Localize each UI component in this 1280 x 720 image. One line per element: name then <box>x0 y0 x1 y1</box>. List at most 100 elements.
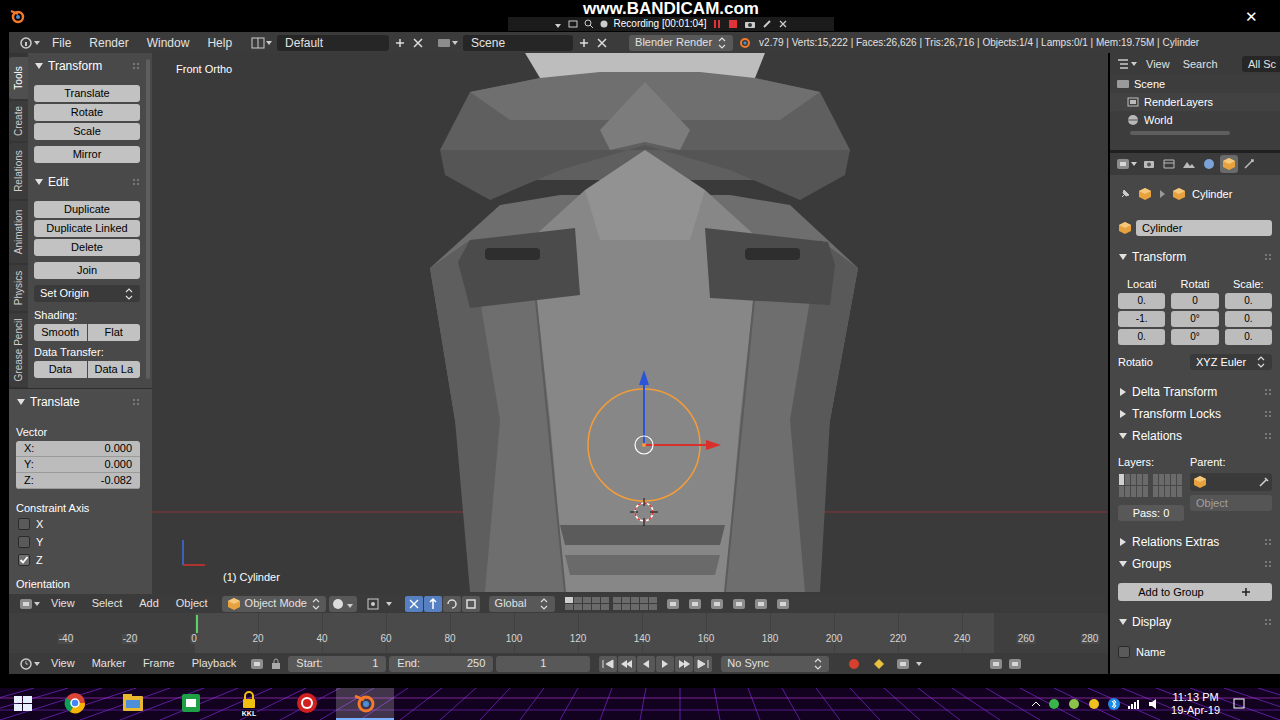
menu-item[interactable]: Window <box>140 37 197 49</box>
edit-button[interactable]: Duplicate <box>34 201 140 218</box>
data-button[interactable]: Data <box>34 361 87 378</box>
3d-viewport[interactable]: Front Ortho(1) Cylinder <box>152 53 1108 594</box>
expand-triangle-icon[interactable] <box>1118 387 1128 397</box>
vector-field[interactable]: Y:0.000 <box>16 457 140 473</box>
expand-triangle-icon[interactable] <box>1118 409 1128 419</box>
current-frame-cursor[interactable] <box>196 615 198 633</box>
transform-value-field[interactable]: -1. <box>1118 311 1165 327</box>
constraint-row[interactable]: Y <box>16 533 140 551</box>
tool-tab[interactable]: Physics <box>9 265 28 311</box>
transform-button[interactable]: Scale <box>34 123 140 140</box>
windows-start-icon[interactable] <box>0 688 46 720</box>
tool-tab[interactable]: Relations <box>9 143 28 199</box>
parent-type-dropdown[interactable]: Object <box>1190 495 1272 511</box>
pen-icon[interactable] <box>762 19 772 29</box>
menu-item[interactable]: Select <box>85 598 130 609</box>
menu-item[interactable]: View <box>1141 59 1175 70</box>
clock[interactable]: 11:13 PM19-Apr-19 <box>1171 691 1220 717</box>
panel-header[interactable]: Translate <box>16 393 140 411</box>
delete-scene-icon[interactable] <box>595 36 609 50</box>
scene-field[interactable]: Scene <box>463 35 573 51</box>
add-scene-icon[interactable] <box>577 36 591 50</box>
set-origin-dropdown[interactable]: Set Origin <box>34 285 140 302</box>
properties-tab[interactable] <box>1160 155 1178 173</box>
outliner-row[interactable]: RenderLayers <box>1110 93 1280 111</box>
end-frame-field[interactable]: End:250 <box>389 656 493 672</box>
manipulator-toggle[interactable] <box>424 596 442 612</box>
playback-button[interactable] <box>599 656 617 672</box>
collapse-triangle-icon[interactable] <box>16 397 26 407</box>
start-frame-field[interactable]: Start:1 <box>288 656 386 672</box>
tray-app-icon[interactable] <box>1087 697 1101 711</box>
taskbar-app[interactable] <box>162 688 220 720</box>
transform-button[interactable]: Translate <box>34 85 140 102</box>
panel-header[interactable]: Edit <box>34 173 140 191</box>
menu-item[interactable]: Search <box>1178 59 1223 70</box>
menu-item[interactable]: Object <box>169 598 215 609</box>
taskbar-app[interactable] <box>104 688 162 720</box>
network-icon[interactable] <box>1127 697 1141 711</box>
transform-value-field[interactable]: 0. <box>1225 311 1272 327</box>
transform-value-field[interactable]: 0. <box>1118 329 1165 345</box>
orientation-dropdown[interactable]: Global <box>489 596 555 612</box>
tray-app-icon[interactable] <box>1047 697 1061 711</box>
menu-item[interactable]: Frame <box>136 658 182 669</box>
collapse-triangle-icon[interactable] <box>1118 559 1128 569</box>
properties-tab[interactable] <box>1220 155 1238 173</box>
transform-value-field[interactable]: 0. <box>1225 329 1272 345</box>
properties-tab[interactable] <box>1240 155 1258 173</box>
preview-range-icon[interactable] <box>250 657 266 671</box>
smooth-button[interactable]: Smooth <box>34 324 87 341</box>
collapse-triangle-icon[interactable] <box>34 177 44 187</box>
data-layout-button[interactable]: Data La <box>88 361 141 378</box>
close-button[interactable]: ✕ <box>1245 9 1258 24</box>
sync-dropdown[interactable]: No Sync <box>721 656 829 672</box>
lock-range-icon[interactable] <box>269 657 285 671</box>
manipulator-toggle[interactable] <box>443 596 461 612</box>
properties-editor-icon[interactable] <box>1116 157 1138 171</box>
edit-button[interactable]: Delete <box>34 239 140 256</box>
transform-value-field[interactable]: 0 <box>1171 293 1218 309</box>
expand-triangle-icon[interactable] <box>1118 537 1128 547</box>
lock-icon[interactable] <box>666 597 682 611</box>
vector-field[interactable]: Z:-0.082 <box>16 473 140 489</box>
volume-icon[interactable] <box>1147 697 1161 711</box>
constraint-row[interactable]: Z <box>16 551 140 569</box>
collapse-triangle-icon[interactable] <box>1118 431 1128 441</box>
notifications-icon[interactable] <box>1232 697 1246 711</box>
outliner-row[interactable]: World <box>1110 111 1280 129</box>
editor-type-icon[interactable] <box>19 597 41 611</box>
transform-button[interactable]: Rotate <box>34 104 140 121</box>
pivot-icon[interactable] <box>366 597 396 611</box>
transform-value-field[interactable]: 0. <box>1225 293 1272 309</box>
opengl-anim-icon[interactable] <box>776 597 792 611</box>
parent-field[interactable] <box>1190 473 1272 491</box>
display-name-row[interactable]: Name <box>1118 643 1272 661</box>
taskbar-app[interactable] <box>46 688 104 720</box>
vector-field[interactable]: X:0.000 <box>16 441 140 457</box>
collapse-triangle-icon[interactable] <box>34 61 44 71</box>
constraint-row[interactable]: X <box>16 515 140 533</box>
collapse-triangle-icon[interactable] <box>1118 617 1128 627</box>
close-icon[interactable] <box>778 19 788 29</box>
screen-layout-icon[interactable] <box>251 36 273 50</box>
properties-tab[interactable] <box>1200 155 1218 173</box>
tray-app-icon[interactable] <box>1067 697 1081 711</box>
tool-tab[interactable]: Animation <box>9 201 28 263</box>
keyframe-icon[interactable] <box>871 657 887 671</box>
pin-icon[interactable] <box>1118 187 1132 201</box>
transform-value-field[interactable]: 0° <box>1171 311 1218 327</box>
tool-tab[interactable]: Create <box>9 101 28 141</box>
show-hidden-icon[interactable] <box>1031 699 1041 709</box>
taskbar-app[interactable] <box>336 688 394 720</box>
menu-item[interactable]: View <box>44 598 82 609</box>
checkbox[interactable] <box>18 536 30 548</box>
snap-icon[interactable] <box>710 597 726 611</box>
object-name-field[interactable]: Cylinder <box>1136 220 1272 236</box>
taskbar-app[interactable]: KKL <box>220 688 278 720</box>
add-layout-icon[interactable] <box>393 36 407 50</box>
panel-header[interactable]: Transform <box>1118 247 1272 267</box>
pass-index-field[interactable]: Pass: 0 <box>1118 505 1184 521</box>
bluetooth-icon[interactable] <box>1107 697 1121 711</box>
manipulator-toggle[interactable] <box>405 596 423 612</box>
